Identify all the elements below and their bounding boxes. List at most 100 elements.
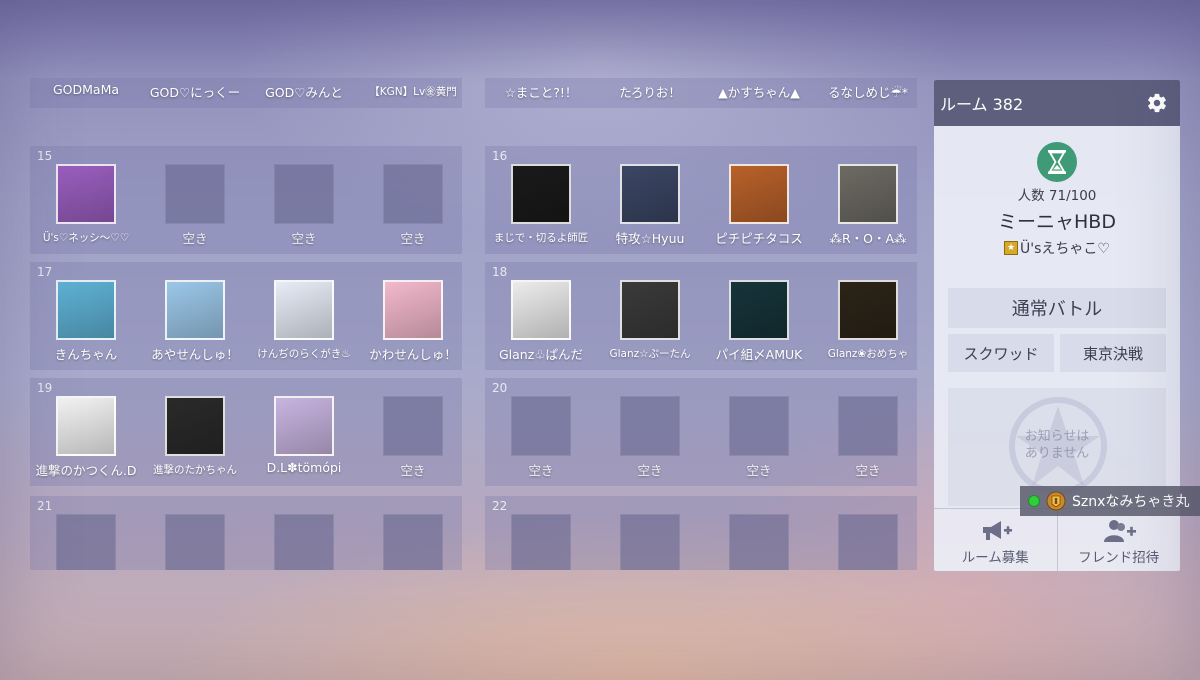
notice-text: お知らせは ありません (948, 428, 1166, 462)
empty-slot[interactable] (489, 496, 593, 570)
empty-avatar (165, 514, 225, 570)
notice-line-2: ありません (1024, 446, 1090, 461)
empty-avatar (383, 164, 443, 224)
tokyo-battle-button[interactable]: 東京決戦 (1060, 334, 1166, 372)
empty-slot[interactable] (143, 496, 247, 570)
room-recruit-button[interactable]: ルーム募集 (934, 509, 1057, 571)
player-slot[interactable]: あやせんしゅ！ (143, 262, 247, 362)
player-slot[interactable]: Glanz❀おめちゃ (816, 262, 920, 362)
player-name: かわせんしゅ！ (369, 347, 457, 362)
empty-slot[interactable]: 空き (707, 378, 811, 478)
friend-invite-label: フレンド招待 (1078, 550, 1160, 566)
empty-label: 空き (855, 463, 881, 478)
empty-slot[interactable]: 空き (143, 146, 247, 246)
room-owner: ★ Ü'sえちゃこ♡ (934, 238, 1180, 258)
team-box: 17 きんちゃん あやせんしゅ！ けんぢのらくがき♨ かわせんしゅ！ (30, 262, 462, 370)
gear-icon[interactable] (1146, 92, 1168, 114)
player-avatar (511, 164, 571, 224)
empty-slot[interactable]: 空き (252, 146, 356, 246)
empty-slot[interactable]: 空き (361, 378, 465, 478)
empty-slot[interactable] (361, 496, 465, 570)
player-slot[interactable]: Glanz☆ぷーたん (598, 262, 702, 362)
player-slot[interactable]: 進撃のかつくん.D (34, 378, 138, 478)
player-slot[interactable]: ▲かすちゃん▲ (707, 78, 811, 100)
player-name: あやせんしゅ！ (151, 347, 239, 362)
squad-button[interactable]: スクワッド (948, 334, 1054, 372)
player-slot[interactable]: Glanz♧ぱんだ (489, 262, 593, 362)
player-slot[interactable]: GOD♡にっくー (143, 78, 247, 100)
player-avatar (838, 164, 898, 224)
player-name: Glanz☆ぷーたん (609, 348, 691, 360)
empty-slot[interactable]: 空き (816, 378, 920, 478)
player-avatar (274, 280, 334, 340)
empty-label: 空き (400, 463, 426, 478)
empty-slot[interactable]: 空き (598, 378, 702, 478)
empty-slot[interactable]: 空き (489, 378, 593, 478)
player-slot[interactable]: まじで・切るよ師匠 (489, 146, 593, 246)
empty-slot[interactable] (816, 496, 920, 570)
player-slot[interactable]: たろりお！ (598, 78, 702, 100)
add-friend-icon (1103, 520, 1136, 542)
player-name: Glanz♧ぱんだ (498, 347, 583, 362)
player-name: るなしめじ☔* (828, 85, 908, 100)
player-slot[interactable]: ⁂R・O・A⁂ (816, 146, 920, 246)
online-status-icon (1028, 495, 1040, 507)
online-friend-name: Sznxなみちゃき丸 (1072, 494, 1190, 510)
player-avatar (165, 396, 225, 456)
player-avatar (620, 280, 680, 340)
player-slot[interactable]: ☆まこと?!！ (489, 78, 593, 100)
player-slot[interactable]: ピチピチタコス (707, 146, 811, 246)
player-avatar (620, 164, 680, 224)
empty-slot[interactable] (707, 496, 811, 570)
empty-avatar (620, 514, 680, 570)
player-slot[interactable]: GODMaMa (34, 78, 138, 100)
player-name: きんちゃん (54, 347, 118, 362)
empty-slot[interactable] (34, 496, 138, 570)
player-name: けんぢのらくがき♨ (257, 348, 351, 360)
player-name: まじで・切るよ師匠 (493, 232, 589, 244)
player-name: 特攻☆Hyuu (615, 231, 685, 246)
player-name: ⁂R・O・A⁂ (829, 231, 907, 246)
player-name: GODMaMa (52, 82, 120, 97)
room-name: ミーニャHBD (998, 211, 1116, 233)
player-avatar (56, 280, 116, 340)
player-slot[interactable]: けんぢのらくがき♨ (252, 262, 356, 362)
team-box: 18 Glanz♧ぱんだ Glanz☆ぷーたん パイ組〆AMUK Glanz❀おめちゃ (485, 262, 917, 370)
room-header: ルーム 382 (934, 80, 1180, 126)
player-avatar (729, 280, 789, 340)
empty-slot[interactable]: 空き (361, 146, 465, 246)
player-slot[interactable]: 進撃のたかちゃん (143, 378, 247, 478)
player-slot[interactable]: D.L✽tömópi (252, 378, 356, 478)
team-box: 21 (30, 496, 462, 570)
empty-label: 空き (746, 463, 772, 478)
rank-badge-icon (1046, 491, 1066, 511)
player-slot[interactable]: Ü's♡ネッシ〜♡♡ (34, 146, 138, 246)
online-friend-toast[interactable]: Sznxなみちゃき丸 (1020, 486, 1200, 516)
player-slot[interactable]: 【KGN】Lv㊎黄門 (361, 78, 465, 100)
player-slot[interactable]: 特攻☆Hyuu (598, 146, 702, 246)
team-box: GODMaMa GOD♡にっくー GOD♡みんと 【KGN】Lv㊎黄門 (30, 78, 462, 108)
friend-invite-button[interactable]: フレンド招待 (1056, 509, 1181, 571)
player-name: 進撃のたかちゃん (153, 464, 237, 476)
player-slot[interactable]: パイ組〆AMUK (707, 262, 811, 362)
player-name: 進撃のかつくん.D (35, 463, 137, 478)
normal-battle-button[interactable]: 通常バトル (948, 288, 1166, 328)
player-name: D.L✽tömópi (266, 460, 342, 475)
empty-avatar (274, 164, 334, 224)
team-box: 22 (485, 496, 917, 570)
player-slot[interactable]: きんちゃん (34, 262, 138, 362)
team-box: ☆まこと?!！ たろりお！ ▲かすちゃん▲ るなしめじ☔* (485, 78, 917, 108)
player-slot[interactable]: GOD♡みんと (252, 78, 356, 100)
empty-avatar (56, 514, 116, 570)
player-slot[interactable]: るなしめじ☔* (816, 78, 920, 100)
team-box: 19 進撃のかつくん.D 進撃のたかちゃん D.L✽tömópi 空き (30, 378, 462, 486)
empty-slot[interactable] (598, 496, 702, 570)
megaphone-icon (983, 521, 1013, 540)
empty-avatar (838, 396, 898, 456)
empty-slot[interactable] (252, 496, 356, 570)
player-slot[interactable]: かわせんしゅ！ (361, 262, 465, 362)
team-box: 16 まじで・切るよ師匠 特攻☆Hyuu ピチピチタコス ⁂R・O・A⁂ (485, 146, 917, 254)
member-count: 人数 71/100 (1017, 188, 1097, 204)
player-name: GOD♡にっくー (149, 85, 241, 100)
player-avatar (56, 164, 116, 224)
